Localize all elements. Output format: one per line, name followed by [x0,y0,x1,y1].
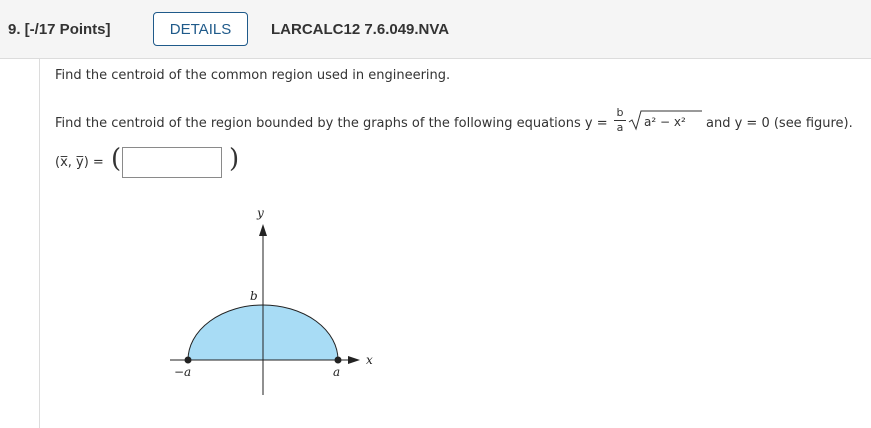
y-axis-label: y [256,206,264,220]
sqrt-expression: a² − x² [628,109,704,135]
question-number: 9. [-/17 Points] [8,21,111,38]
neg-a-point-icon [184,356,192,364]
fraction-denominator: a [616,121,624,134]
details-button[interactable]: DETAILS [153,12,248,46]
a-point-icon [334,356,342,364]
a-label: a [333,365,340,379]
question-header: 9. [-/17 Points] DETAILS LARCALC12 7.6.0… [0,0,871,59]
problem-code: LARCALC12 7.6.049.NVA [271,21,450,38]
centroid-answer-input[interactable] [122,147,222,178]
open-paren: ( [111,144,122,174]
radicand: a² − x² [644,115,686,129]
fraction-b-over-a: b a [614,107,626,134]
close-paren: ) [229,144,240,174]
intro-text: Find the centroid of the common region u… [55,68,451,83]
x-axis-label: x [366,353,373,367]
content-divider [39,58,40,428]
b-label: b [250,289,258,303]
y-axis-arrow-icon [259,224,267,236]
prompt-text-end: and y = 0 (see figure). [706,116,853,131]
x-axis-arrow-icon [348,356,360,364]
fraction-numerator: b [616,106,624,119]
semi-ellipse-graph: y x b −a a [170,206,373,395]
prompt-text: Find the centroid of the region bounded … [55,116,608,131]
neg-a-label: −a [174,365,191,379]
region-figure: y x b −a a [160,200,400,404]
centroid-label: (x̅, y̅) = [55,155,104,170]
